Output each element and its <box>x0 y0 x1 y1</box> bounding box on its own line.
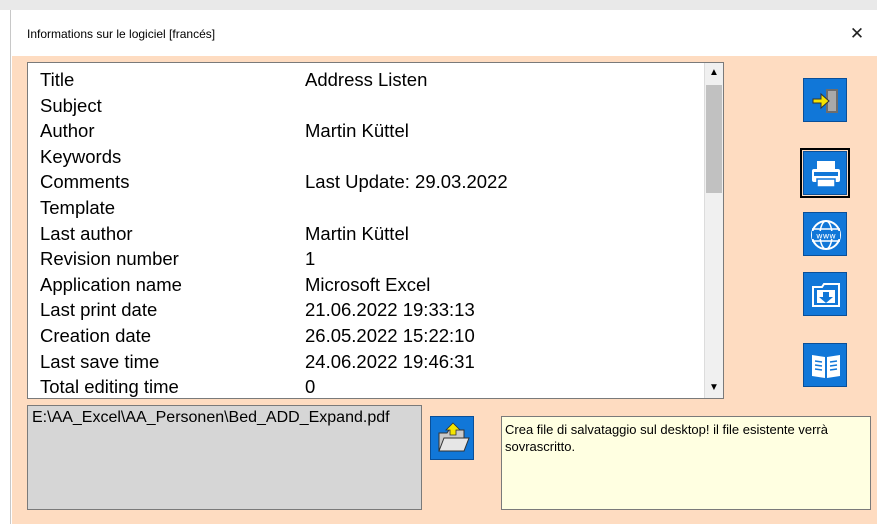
folder-download-icon <box>812 283 840 307</box>
property-value: 1 <box>305 248 316 270</box>
scroll-down-icon[interactable]: ▼ <box>705 378 723 398</box>
list-item[interactable]: Application name Microsoft Excel <box>40 272 700 298</box>
info-note: Crea file di salvataggio sul desktop! il… <box>501 416 871 510</box>
property-value: Address Listen <box>305 69 428 90</box>
property-name: Keywords <box>40 145 122 167</box>
globe-www-icon: www <box>811 220 841 250</box>
property-name: Total editing time <box>40 376 179 398</box>
close-icon[interactable]: ✕ <box>842 20 872 48</box>
property-value: Microsoft Excel <box>305 273 431 295</box>
file-path-field[interactable]: E:\AA_Excel\AA_Personen\Bed_ADD_Expand.p… <box>27 405 422 510</box>
title-bar: Informations sur le logiciel [francés] ✕ <box>11 10 877 56</box>
list-item[interactable]: Subject <box>40 93 700 119</box>
property-value: 26.05.2022 15:22:10 <box>305 324 475 346</box>
printer-icon <box>812 161 840 188</box>
property-value: 24.06.2022 19:46:31 <box>305 350 475 372</box>
list-item[interactable]: Title Address Listen <box>40 67 700 93</box>
property-value: Martin Küttel <box>305 120 409 142</box>
list-item[interactable]: Last print date 21.06.2022 19:33:13 <box>40 297 700 323</box>
property-value: 21.06.2022 19:33:13 <box>305 299 475 321</box>
property-name: Last author <box>40 222 133 244</box>
list-item[interactable]: Comments Last Update: 29.03.2022 <box>40 169 700 195</box>
book-icon <box>812 355 840 378</box>
exit-door-icon <box>812 89 838 113</box>
property-name: Revision number <box>40 248 179 270</box>
background-strip <box>0 0 877 10</box>
property-value: Last Update: 29.03.2022 <box>305 171 508 193</box>
browse-folder-button[interactable] <box>430 416 474 460</box>
property-name: Creation date <box>40 324 152 346</box>
property-name: Title <box>40 69 75 90</box>
list-item[interactable]: Creation date 26.05.2022 15:22:10 <box>40 323 700 349</box>
list-item[interactable]: Last author Martin Küttel <box>40 221 700 247</box>
svg-text:www: www <box>816 232 836 241</box>
property-name: Template <box>40 196 116 218</box>
property-name: Last save time <box>40 350 160 372</box>
dialog-client-area: Title Address Listen Subject Author Martin… <box>12 56 877 524</box>
property-name: Subject <box>40 94 102 116</box>
window-title: Informations sur le logiciel [francés] <box>27 27 216 41</box>
property-name: Comments <box>40 171 130 193</box>
property-value: Martin Küttel <box>305 222 409 244</box>
scrollbar-thumb[interactable] <box>706 85 722 193</box>
open-folder-icon <box>438 422 470 452</box>
vertical-scrollbar[interactable]: ▲ ▼ <box>704 63 723 398</box>
properties-listbox[interactable]: Title Address Listen Subject Author Martin… <box>27 62 724 399</box>
background-edge <box>0 10 10 524</box>
property-name: Application name <box>40 273 182 295</box>
manual-button[interactable] <box>803 343 847 387</box>
list-item[interactable]: Template <box>40 195 700 221</box>
list-item[interactable]: Revision number 1 <box>40 246 700 272</box>
print-button[interactable] <box>800 148 850 198</box>
list-item[interactable]: Total editing time 0 <box>40 374 700 398</box>
export-button[interactable] <box>803 272 847 316</box>
property-name: Last print date <box>40 299 158 321</box>
property-name: Author <box>40 120 95 142</box>
web-button[interactable]: www <box>803 212 847 256</box>
list-item[interactable]: Author Martin Küttel <box>40 118 700 144</box>
scroll-up-icon[interactable]: ▲ <box>705 63 723 83</box>
list-item[interactable]: Keywords <box>40 144 700 170</box>
dialog-window: Informations sur le logiciel [francés] ✕… <box>10 10 877 524</box>
property-value: 0 <box>305 376 316 398</box>
list-item[interactable]: Last save time 24.06.2022 19:46:31 <box>40 349 700 375</box>
properties-list: Title Address Listen Subject Author Martin… <box>40 67 700 398</box>
exit-button[interactable] <box>803 78 847 122</box>
